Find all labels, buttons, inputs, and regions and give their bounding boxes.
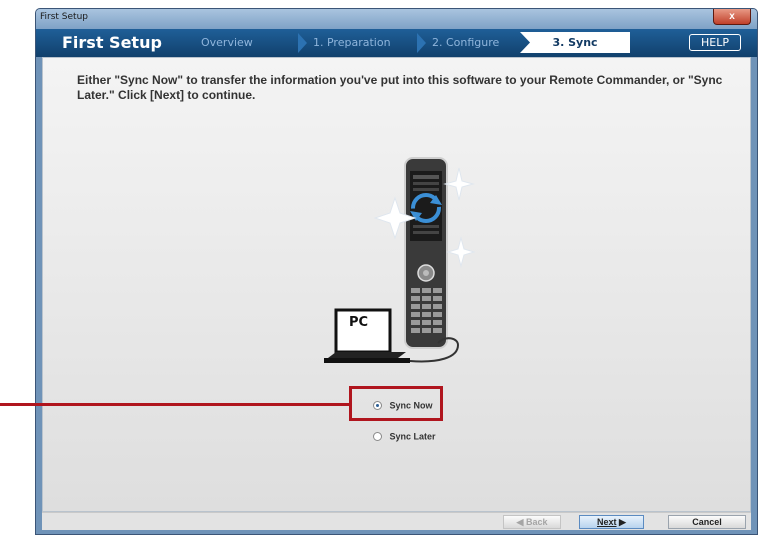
step-sync-active: 3. Sync: [520, 32, 630, 53]
content-area: Either "Sync Now" to transfer the inform…: [42, 57, 751, 512]
title-bar: First Setup x: [36, 9, 757, 29]
sync-illustration: [324, 157, 476, 363]
pc-label: PC: [349, 315, 369, 330]
app-title: First Setup: [62, 33, 162, 52]
cancel-button[interactable]: Cancel: [668, 515, 746, 529]
step-overview: Overview: [201, 36, 253, 49]
close-button[interactable]: x: [713, 9, 751, 25]
sync-later-option[interactable]: Sync Later: [373, 431, 436, 442]
help-button[interactable]: HELP: [689, 34, 741, 51]
step-configure: 2. Configure: [432, 36, 500, 49]
callout-highlight-box: [349, 386, 443, 421]
step-separator: [298, 33, 307, 53]
back-label: Back: [525, 517, 548, 527]
sync-later-radio[interactable]: [373, 432, 382, 442]
remote-commander-icon: [404, 157, 448, 349]
setup-window: First Setup x First Setup Overview 1. Pr…: [35, 8, 758, 535]
callout-line: [0, 403, 349, 406]
step-navigation: First Setup Overview 1. Preparation 2. C…: [36, 29, 757, 57]
back-arrow-icon: ◀: [516, 517, 524, 527]
button-bar: ◀ Back Next ▶ Cancel: [42, 512, 751, 530]
back-button[interactable]: ◀ Back: [503, 515, 561, 529]
sync-later-label: Sync Later: [389, 431, 436, 442]
window-title: First Setup: [40, 12, 88, 22]
step-preparation: 1. Preparation: [313, 36, 391, 49]
next-button[interactable]: Next ▶: [579, 515, 644, 529]
step-separator: [417, 33, 426, 53]
next-arrow-icon: ▶: [619, 517, 626, 527]
instruction-text: Either "Sync Now" to transfer the inform…: [77, 73, 723, 102]
next-label: Next: [597, 517, 617, 527]
